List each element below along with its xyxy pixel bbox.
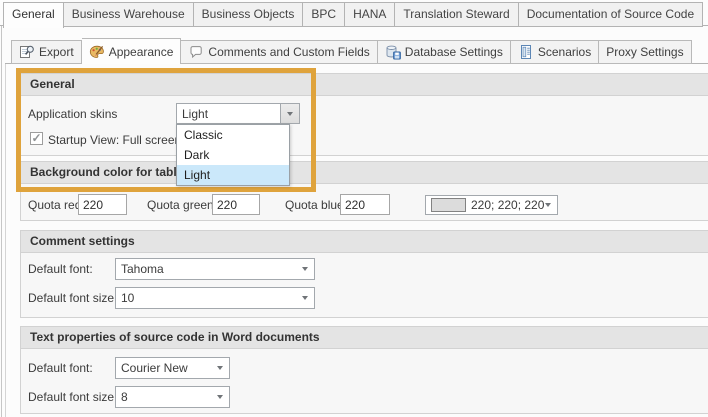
tab-label: Comments and Custom Fields	[208, 45, 369, 59]
default-font-size-label: Default font size:	[28, 390, 117, 404]
word-font-combobox[interactable]: Courier New	[115, 357, 230, 379]
tab-label: General	[12, 7, 55, 21]
tab-label: BPC	[311, 7, 336, 21]
chevron-down-icon	[217, 366, 223, 370]
tab-label: Proxy Settings	[606, 45, 683, 59]
tab-label: Scenarios	[538, 45, 591, 59]
tab-translation-steward[interactable]: Translation Steward	[395, 2, 518, 27]
application-skins-combobox[interactable]: Light	[176, 103, 300, 124]
chevron-down-icon	[302, 296, 308, 300]
tab-label: Export	[39, 45, 74, 59]
tab-database-settings[interactable]: Database Settings	[378, 40, 511, 64]
group-comment-settings: Comment settings Default font: Tahoma De…	[20, 230, 708, 318]
divider	[1, 26, 2, 417]
tab-bpc[interactable]: BPC	[303, 2, 345, 27]
divider	[5, 64, 6, 417]
dropdown-option-dark[interactable]: Dark	[177, 145, 289, 165]
group-word-text-properties-title: Text properties of source code in Word d…	[21, 327, 708, 349]
chevron-down-icon	[545, 203, 551, 207]
export-icon	[19, 44, 35, 60]
combobox-open-button[interactable]	[280, 104, 299, 123]
group-comment-settings-title: Comment settings	[21, 231, 708, 253]
comment-font-size-combobox[interactable]: 10	[115, 287, 315, 309]
tab-hana[interactable]: HANA	[345, 2, 395, 27]
rgb-color-combobox[interactable]: 220; 220; 220	[425, 195, 558, 215]
tab-label: Database Settings	[405, 45, 503, 59]
chevron-down-icon	[302, 267, 308, 271]
skins-dropdown-list: Classic Dark Light	[176, 124, 290, 186]
tab-general[interactable]: General	[3, 2, 64, 28]
group-word-text-properties: Text properties of source code in Word d…	[20, 326, 708, 414]
quota-blue-input[interactable]	[340, 194, 390, 215]
tab-business-objects[interactable]: Business Objects	[194, 2, 304, 27]
tab-label: Business Objects	[202, 7, 295, 21]
quota-green-input[interactable]	[212, 194, 260, 215]
default-font-size-label: Default font size:	[28, 291, 117, 305]
checkmark-icon: ✓	[31, 133, 41, 143]
settings-window: General Business Warehouse Business Obje…	[0, 0, 708, 417]
primary-tab-bar: General Business Warehouse Business Obje…	[3, 2, 703, 28]
quota-blue-label: Quota blue	[285, 198, 344, 212]
quota-red-label: Quota red	[28, 198, 81, 212]
database-icon	[385, 44, 401, 60]
tab-label: Documentation of Source Code	[527, 7, 694, 21]
comment-font-value: Tahoma	[116, 262, 302, 276]
quota-green-label: Quota green	[147, 198, 214, 212]
word-font-value: Courier New	[116, 361, 217, 375]
application-skins-label: Application skins	[28, 107, 117, 121]
chevron-down-icon	[287, 112, 293, 116]
word-font-size-value: 8	[116, 390, 217, 404]
rgb-color-value: 220; 220; 220	[471, 198, 545, 212]
tab-appearance[interactable]: Appearance	[82, 38, 182, 64]
group-general: General Application skins Light ✓ Startu…	[20, 73, 708, 156]
default-font-label: Default font:	[28, 361, 93, 375]
comment-font-combobox[interactable]: Tahoma	[115, 258, 315, 280]
tab-documentation-of-source-code[interactable]: Documentation of Source Code	[519, 2, 703, 27]
tab-label: Business Warehouse	[72, 7, 185, 21]
quota-red-input[interactable]	[78, 194, 127, 215]
tab-label: Translation Steward	[403, 7, 509, 21]
palette-icon	[89, 44, 105, 60]
application-skins-value: Light	[177, 107, 280, 121]
tab-comments-and-custom-fields[interactable]: Comments and Custom Fields	[181, 40, 377, 64]
startup-fullscreen-label: Startup View: Full screen	[48, 133, 181, 147]
tab-business-warehouse[interactable]: Business Warehouse	[64, 2, 194, 27]
group-general-title: General	[21, 74, 708, 96]
tab-proxy-settings[interactable]: Proxy Settings	[599, 40, 691, 64]
tab-label: Appearance	[109, 45, 174, 59]
tab-export[interactable]: Export	[11, 40, 82, 64]
speech-bubble-icon	[188, 44, 204, 60]
word-font-size-combobox[interactable]: 8	[115, 386, 230, 408]
color-swatch	[431, 198, 466, 212]
chevron-down-icon	[217, 395, 223, 399]
tab-scenarios[interactable]: Scenarios	[511, 40, 599, 64]
group-background-color-title: Background color for tabl	[21, 162, 708, 184]
tab-label: HANA	[353, 7, 386, 21]
default-font-label: Default font:	[28, 262, 93, 276]
startup-fullscreen-checkbox[interactable]: ✓	[30, 132, 43, 145]
dropdown-option-light[interactable]: Light	[177, 165, 289, 185]
dropdown-option-classic[interactable]: Classic	[177, 125, 289, 145]
secondary-tab-bar: Export Appearance Comments and Custom Fi…	[11, 38, 692, 64]
document-icon	[518, 44, 534, 60]
group-background-color: Background color for tabl Quota red Quot…	[20, 161, 708, 221]
comment-font-size-value: 10	[116, 291, 302, 305]
